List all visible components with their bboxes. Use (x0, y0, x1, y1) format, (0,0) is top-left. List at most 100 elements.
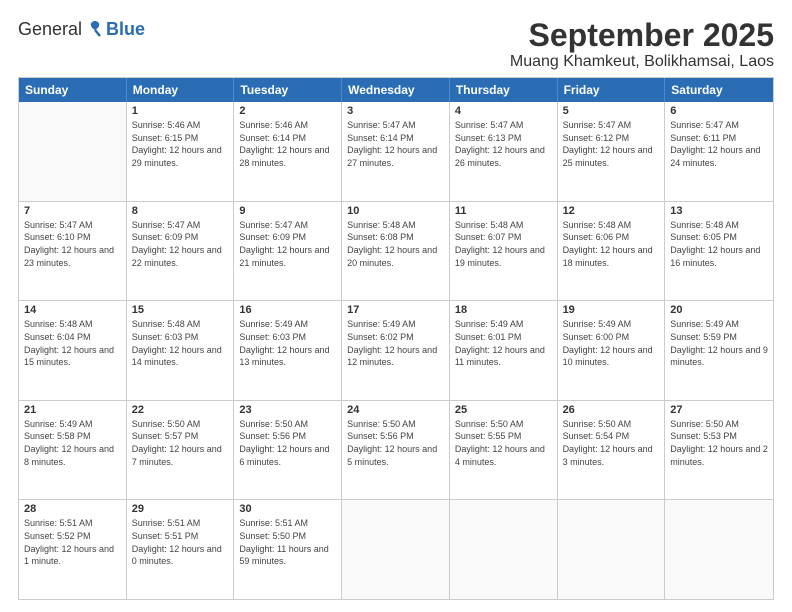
cal-cell-0-6: 6Sunrise: 5:47 AM Sunset: 6:11 PM Daylig… (665, 102, 773, 201)
header-saturday: Saturday (665, 78, 773, 102)
day-number: 7 (24, 205, 121, 217)
cal-cell-1-4: 11 Sunrise: 5:48 AM Sunset: 6:07 PM Dayli… (450, 202, 558, 301)
cal-cell-2-2: 16 Sunrise: 5:49 AM Sunset: 6:03 PM Dayli… (234, 301, 342, 400)
page-subtitle: Muang Khamkeut, Bolikhamsai, Laos (510, 53, 774, 71)
cell-info: Sunrise: 5:47 AM Sunset: 6:10 PM Dayligh… (24, 219, 121, 269)
calendar-header: Sunday Monday Tuesday Wednesday Thursday… (19, 78, 773, 102)
day-number: 3 (347, 105, 444, 117)
cell-info: Sunrise: 5:48 AM Sunset: 6:07 PM Dayligh… (455, 219, 552, 269)
logo-general-text: General (18, 19, 82, 40)
page: General Blue September 2025 Muang Khamke… (0, 0, 792, 612)
cell-info: Sunrise: 5:48 AM Sunset: 6:06 PM Dayligh… (563, 219, 660, 269)
day-number: 27 (670, 404, 768, 416)
header-tuesday: Tuesday (234, 78, 342, 102)
day-number: 29 (132, 503, 229, 515)
cal-cell-4-1: 29 Sunrise: 5:51 AM Sunset: 5:51 PM Dayli… (127, 500, 235, 599)
cal-cell-3-2: 23 Sunrise: 5:50 AM Sunset: 5:56 PM Dayli… (234, 401, 342, 500)
cal-cell-4-3 (342, 500, 450, 599)
day-number: 4 (455, 105, 552, 117)
cell-info: Sunrise: 5:50 AM Sunset: 5:55 PM Dayligh… (455, 418, 552, 468)
cell-info: Sunrise: 5:47 AM Sunset: 6:09 PM Dayligh… (239, 219, 336, 269)
day-number: 20 (670, 304, 768, 316)
day-number: 25 (455, 404, 552, 416)
header-sunday: Sunday (19, 78, 127, 102)
cal-cell-2-6: 20 Sunrise: 5:49 AM Sunset: 5:59 PM Dayli… (665, 301, 773, 400)
calendar: Sunday Monday Tuesday Wednesday Thursday… (18, 77, 774, 600)
day-number: 24 (347, 404, 444, 416)
cell-info: Sunrise: 5:47 AM Sunset: 6:14 PM Dayligh… (347, 119, 444, 169)
cal-cell-1-5: 12 Sunrise: 5:48 AM Sunset: 6:06 PM Dayli… (558, 202, 666, 301)
cell-info: Sunrise: 5:50 AM Sunset: 5:54 PM Dayligh… (563, 418, 660, 468)
cal-cell-4-5 (558, 500, 666, 599)
day-number: 12 (563, 205, 660, 217)
cal-cell-0-0 (19, 102, 127, 201)
cal-row-2: 14 Sunrise: 5:48 AM Sunset: 6:04 PM Dayli… (19, 300, 773, 400)
day-number: 16 (239, 304, 336, 316)
cal-row-0: 1Sunrise: 5:46 AM Sunset: 6:15 PM Daylig… (19, 102, 773, 201)
cal-cell-2-0: 14 Sunrise: 5:48 AM Sunset: 6:04 PM Dayli… (19, 301, 127, 400)
header-thursday: Thursday (450, 78, 558, 102)
cal-cell-1-6: 13Sunrise: 5:48 AM Sunset: 6:05 PM Dayli… (665, 202, 773, 301)
cal-row-1: 7 Sunrise: 5:47 AM Sunset: 6:10 PM Daylig… (19, 201, 773, 301)
cal-cell-3-3: 24 Sunrise: 5:50 AM Sunset: 5:56 PM Dayli… (342, 401, 450, 500)
cell-info: Sunrise: 5:47 AM Sunset: 6:13 PM Dayligh… (455, 119, 552, 169)
cell-info: Sunrise: 5:49 AM Sunset: 6:02 PM Dayligh… (347, 318, 444, 368)
day-number: 23 (239, 404, 336, 416)
cell-info: Sunrise: 5:50 AM Sunset: 5:56 PM Dayligh… (347, 418, 444, 468)
cal-cell-1-2: 9 Sunrise: 5:47 AM Sunset: 6:09 PM Daylig… (234, 202, 342, 301)
day-number: 9 (239, 205, 336, 217)
cal-cell-0-2: 2 Sunrise: 5:46 AM Sunset: 6:14 PM Daylig… (234, 102, 342, 201)
day-number: 28 (24, 503, 121, 515)
day-number: 15 (132, 304, 229, 316)
cell-info: Sunrise: 5:49 AM Sunset: 6:03 PM Dayligh… (239, 318, 336, 368)
day-number: 30 (239, 503, 336, 515)
cell-info: Sunrise: 5:49 AM Sunset: 6:01 PM Dayligh… (455, 318, 552, 368)
cal-cell-2-1: 15 Sunrise: 5:48 AM Sunset: 6:03 PM Dayli… (127, 301, 235, 400)
page-title: September 2025 (510, 18, 774, 53)
cal-cell-1-0: 7 Sunrise: 5:47 AM Sunset: 6:10 PM Daylig… (19, 202, 127, 301)
cell-info: Sunrise: 5:47 AM Sunset: 6:12 PM Dayligh… (563, 119, 660, 169)
day-number: 17 (347, 304, 444, 316)
logo-blue-text: Blue (106, 19, 145, 40)
logo-icon (84, 18, 106, 40)
cal-cell-2-4: 18Sunrise: 5:49 AM Sunset: 6:01 PM Dayli… (450, 301, 558, 400)
day-number: 22 (132, 404, 229, 416)
cell-info: Sunrise: 5:50 AM Sunset: 5:57 PM Dayligh… (132, 418, 229, 468)
cal-cell-3-4: 25 Sunrise: 5:50 AM Sunset: 5:55 PM Dayli… (450, 401, 558, 500)
cal-cell-0-1: 1Sunrise: 5:46 AM Sunset: 6:15 PM Daylig… (127, 102, 235, 201)
cell-info: Sunrise: 5:48 AM Sunset: 6:05 PM Dayligh… (670, 219, 768, 269)
cal-cell-1-1: 8Sunrise: 5:47 AM Sunset: 6:09 PM Daylig… (127, 202, 235, 301)
cell-info: Sunrise: 5:50 AM Sunset: 5:56 PM Dayligh… (239, 418, 336, 468)
cell-info: Sunrise: 5:49 AM Sunset: 5:59 PM Dayligh… (670, 318, 768, 368)
calendar-body: 1Sunrise: 5:46 AM Sunset: 6:15 PM Daylig… (19, 102, 773, 599)
cal-cell-4-4 (450, 500, 558, 599)
day-number: 6 (670, 105, 768, 117)
day-number: 1 (132, 105, 229, 117)
cell-info: Sunrise: 5:48 AM Sunset: 6:08 PM Dayligh… (347, 219, 444, 269)
cell-info: Sunrise: 5:46 AM Sunset: 6:14 PM Dayligh… (239, 119, 336, 169)
day-number: 2 (239, 105, 336, 117)
cell-info: Sunrise: 5:51 AM Sunset: 5:50 PM Dayligh… (239, 517, 336, 567)
cal-cell-0-4: 4 Sunrise: 5:47 AM Sunset: 6:13 PM Daylig… (450, 102, 558, 201)
header: General Blue September 2025 Muang Khamke… (18, 18, 774, 71)
day-number: 21 (24, 404, 121, 416)
cell-info: Sunrise: 5:48 AM Sunset: 6:04 PM Dayligh… (24, 318, 121, 368)
cal-cell-2-3: 17 Sunrise: 5:49 AM Sunset: 6:02 PM Dayli… (342, 301, 450, 400)
day-number: 8 (132, 205, 229, 217)
cal-cell-4-6 (665, 500, 773, 599)
cal-cell-4-2: 30 Sunrise: 5:51 AM Sunset: 5:50 PM Dayli… (234, 500, 342, 599)
header-wednesday: Wednesday (342, 78, 450, 102)
cal-cell-3-5: 26Sunrise: 5:50 AM Sunset: 5:54 PM Dayli… (558, 401, 666, 500)
cell-info: Sunrise: 5:51 AM Sunset: 5:51 PM Dayligh… (132, 517, 229, 567)
header-monday: Monday (127, 78, 235, 102)
cal-cell-1-3: 10Sunrise: 5:48 AM Sunset: 6:08 PM Dayli… (342, 202, 450, 301)
day-number: 11 (455, 205, 552, 217)
cal-cell-0-5: 5Sunrise: 5:47 AM Sunset: 6:12 PM Daylig… (558, 102, 666, 201)
cal-row-3: 21Sunrise: 5:49 AM Sunset: 5:58 PM Dayli… (19, 400, 773, 500)
day-number: 14 (24, 304, 121, 316)
cal-cell-2-5: 19Sunrise: 5:49 AM Sunset: 6:00 PM Dayli… (558, 301, 666, 400)
title-block: September 2025 Muang Khamkeut, Bolikhams… (510, 18, 774, 71)
cal-cell-4-0: 28Sunrise: 5:51 AM Sunset: 5:52 PM Dayli… (19, 500, 127, 599)
cell-info: Sunrise: 5:50 AM Sunset: 5:53 PM Dayligh… (670, 418, 768, 468)
cell-info: Sunrise: 5:48 AM Sunset: 6:03 PM Dayligh… (132, 318, 229, 368)
